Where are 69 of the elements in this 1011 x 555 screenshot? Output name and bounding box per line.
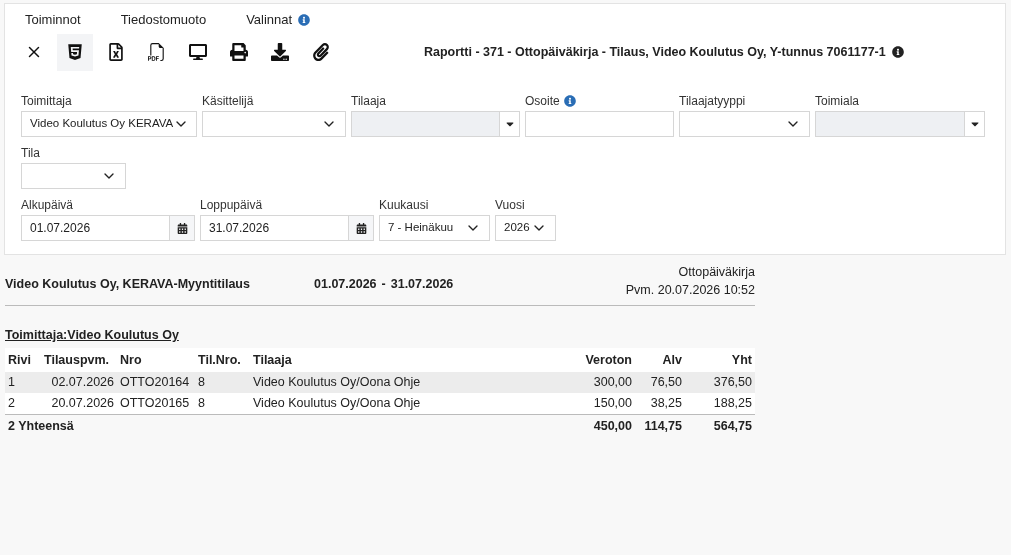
- field-label: Toimittaja: [21, 93, 72, 110]
- total-cell: 114,75: [635, 414, 685, 439]
- printer-icon: [230, 43, 248, 61]
- table-cell: 38,25: [635, 393, 685, 414]
- paperclip-icon: [312, 43, 330, 61]
- pdf-file-icon: [148, 43, 166, 61]
- input-field[interactable]: [525, 111, 674, 137]
- field-label: Toimiala: [815, 93, 859, 110]
- field-label: Osoite: [525, 93, 560, 110]
- field-label: Tilaaja: [351, 93, 386, 110]
- date-field[interactable]: 01.07.2026: [21, 215, 195, 241]
- field-label: Vuosi: [495, 197, 525, 214]
- table-cell: 8: [195, 393, 250, 414]
- table-cell: Video Koulutus Oy/Oona Ohje: [250, 372, 555, 393]
- column-header: Rivi: [5, 348, 41, 372]
- table-cell: 188,25: [685, 393, 755, 414]
- excel-file-icon: [107, 43, 125, 61]
- table-cell: 150,00: [555, 393, 635, 414]
- column-header: Alv: [635, 348, 685, 372]
- menu-item[interactable]: Tiedostomuoto: [120, 9, 207, 30]
- table-cell: 2: [5, 393, 41, 414]
- print-date: Pvm. 20.07.2026 10:52: [625, 282, 755, 299]
- column-header: Tilauspvm.: [41, 348, 117, 372]
- total-label: 2 Yhteensä: [5, 414, 555, 439]
- field-label: Kuukausi: [379, 197, 429, 214]
- field-label: Tilaajatyyppi: [679, 93, 746, 110]
- combo-field[interactable]: [351, 111, 520, 137]
- total-cell: 564,75: [685, 414, 755, 439]
- calendar-icon[interactable]: [176, 222, 188, 234]
- period-start: 01.07.2026: [314, 276, 377, 293]
- field-label: Tila: [21, 145, 40, 162]
- table-cell: 76,50: [635, 372, 685, 393]
- dropdown[interactable]: 2026: [495, 215, 556, 241]
- table-cell: 02.07.2026: [41, 372, 117, 393]
- column-header: Til.Nro.: [195, 348, 250, 372]
- menu-item[interactable]: Valinnat: [246, 9, 293, 30]
- monitor-icon: [189, 43, 207, 61]
- menu-item[interactable]: Toiminnot: [25, 9, 81, 30]
- total-cell: 450,00: [555, 414, 635, 439]
- html-file-icon: [66, 43, 84, 61]
- table-cell: Video Koulutus Oy/Oona Ohje: [250, 393, 555, 414]
- date-field[interactable]: 31.07.2026: [200, 215, 374, 241]
- field-label: Käsittelijä: [202, 93, 254, 110]
- download-icon: [271, 43, 289, 61]
- combo-field[interactable]: [815, 111, 985, 137]
- calendar-icon[interactable]: [355, 222, 367, 234]
- group-heading: Toimittaja:Video Koulutus Oy: [5, 327, 179, 344]
- toolbar-button[interactable]: [57, 33, 93, 71]
- column-header: Tilaaja: [250, 348, 555, 372]
- report-name: Ottopäiväkirja: [678, 264, 755, 281]
- column-header: Nro: [117, 348, 195, 372]
- table-cell: OTTO20165: [117, 393, 195, 414]
- table-cell: 8: [195, 372, 250, 393]
- column-header: Yht: [685, 348, 755, 372]
- column-header: Veroton: [555, 348, 635, 372]
- field-label: Alkupäivä: [21, 197, 74, 214]
- report-title: Raportti - 371 - Ottopäiväkirja - Tilaus, Video Koulutus Oy, Y-tunnus 7061177-1: [424, 43, 886, 61]
- table-cell: 300,00: [555, 372, 635, 393]
- table-cell: 1: [5, 372, 41, 393]
- dropdown[interactable]: Video Koulutus Oy KERAVA: [21, 111, 197, 137]
- period-end: 31.07.2026: [390, 276, 454, 293]
- dropdown[interactable]: 7 - Heinäkuu: [379, 215, 490, 241]
- table-cell: OTTO20164: [117, 372, 195, 393]
- field-label: Loppupäivä: [200, 197, 263, 214]
- table-cell: 376,50: [685, 372, 755, 393]
- table-cell: 20.07.2026: [41, 393, 117, 414]
- info-icon[interactable]: [891, 46, 904, 58]
- report-heading: Video Koulutus Oy, KERAVA-Myyntitilaus: [5, 276, 251, 293]
- period-separator: -: [381, 276, 386, 293]
